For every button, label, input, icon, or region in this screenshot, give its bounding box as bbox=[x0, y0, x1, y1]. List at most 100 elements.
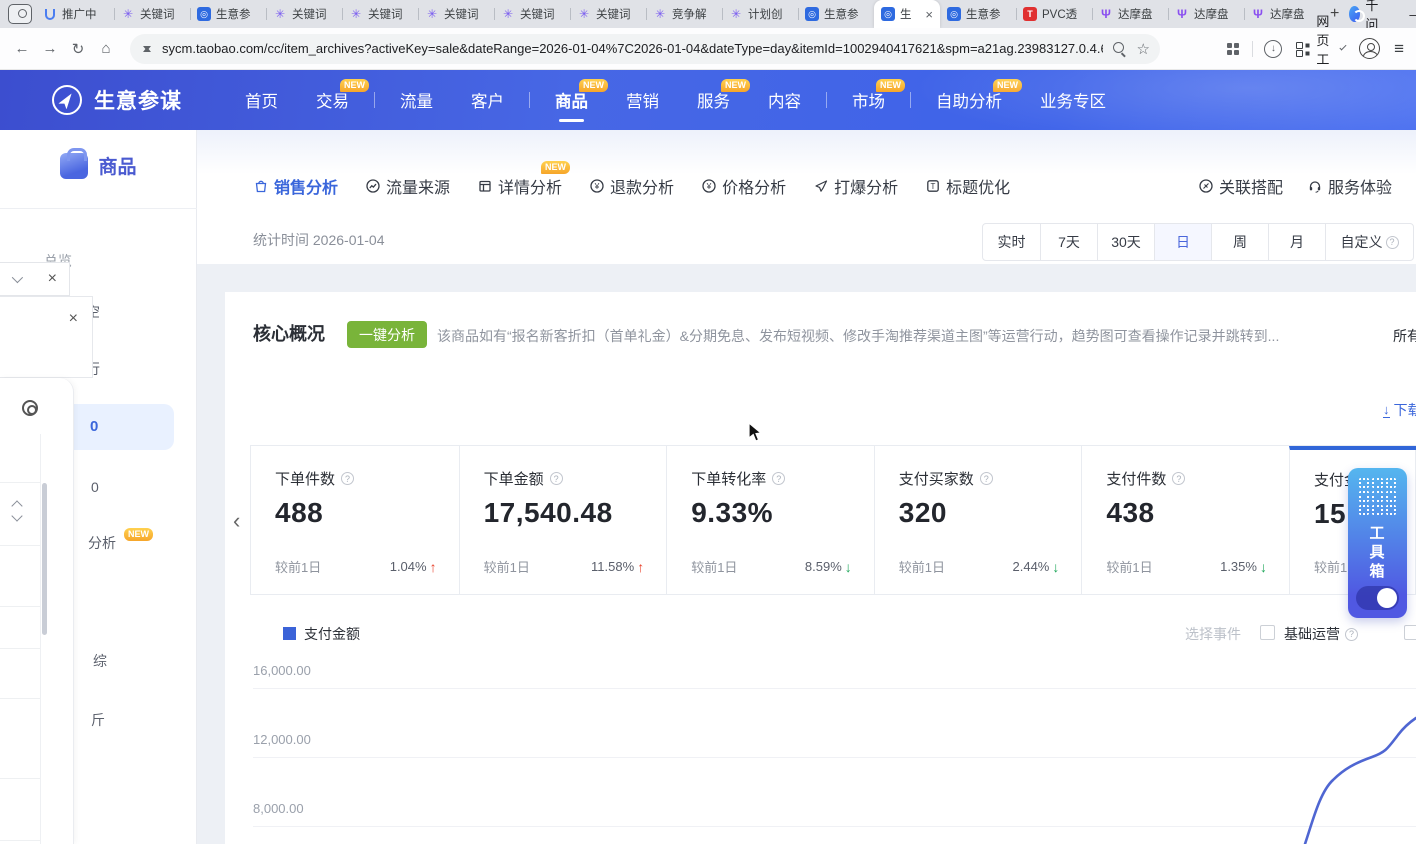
range-month[interactable]: 月 bbox=[1268, 224, 1325, 260]
sidebar-item[interactable]: 斤 bbox=[91, 710, 105, 730]
help-icon[interactable]: ? bbox=[772, 472, 785, 485]
range-week[interactable]: 周 bbox=[1211, 224, 1268, 260]
browser-tab[interactable]: ✳计划创 bbox=[722, 0, 798, 28]
toolbox-toggle[interactable] bbox=[1356, 586, 1399, 610]
nav-item-traffic[interactable]: 流量 bbox=[400, 88, 433, 112]
red-t-favicon-icon: T bbox=[1023, 7, 1037, 21]
apps-grid-icon[interactable] bbox=[1296, 42, 1309, 55]
browser-tab[interactable]: ✳关键词 bbox=[266, 0, 342, 28]
profile-avatar[interactable] bbox=[1359, 38, 1380, 59]
help-icon[interactable]: ? bbox=[550, 472, 563, 485]
chevron-down-icon[interactable] bbox=[12, 272, 23, 283]
back-button[interactable]: ← bbox=[8, 40, 36, 57]
browser-tab[interactable]: Ψ达摩盘 bbox=[1168, 0, 1244, 28]
tab-traffic-source[interactable]: 流量来源 bbox=[365, 174, 450, 198]
metric-card-pay-buyers[interactable]: 支付买家数? 320 较前1日2.44%↓ bbox=[874, 446, 1082, 594]
download-circle-icon[interactable]: ↓ bbox=[1264, 40, 1282, 58]
sycm-brand[interactable]: 生意参谋 bbox=[94, 85, 182, 115]
tab-price-analysis[interactable]: ¥ 价格分析 bbox=[701, 174, 786, 198]
close-icon[interactable]: × bbox=[48, 271, 57, 287]
tab-close-icon[interactable]: × bbox=[925, 8, 933, 21]
browser-tab[interactable]: ✳关键词 bbox=[570, 0, 646, 28]
tab-refund-analysis[interactable]: ¥ 退款分析 bbox=[589, 174, 674, 198]
range-7d[interactable]: 7天 bbox=[1040, 224, 1097, 260]
browser-tab[interactable]: ✳关键词 bbox=[342, 0, 418, 28]
browser-tab[interactable]: ✳关键词 bbox=[418, 0, 494, 28]
browser-tab[interactable]: ◎生意参 bbox=[798, 0, 874, 28]
home-button[interactable]: ⌂ bbox=[92, 40, 120, 57]
change-value: 1.04% bbox=[390, 559, 427, 574]
browser-tab[interactable]: ✳关键词 bbox=[494, 0, 570, 28]
gear-icon[interactable] bbox=[22, 400, 38, 416]
tab-search-button[interactable] bbox=[8, 4, 32, 24]
new-badge: NEW bbox=[579, 79, 608, 92]
browser-tab[interactable]: ✳关键词 bbox=[114, 0, 190, 28]
tab-detail-analysis[interactable]: 详情分析 NEW bbox=[477, 174, 562, 198]
browser-tab[interactable]: ◎生意参 bbox=[190, 0, 266, 28]
tab-explosion-analysis[interactable]: 打爆分析 bbox=[813, 174, 898, 198]
browser-tab[interactable]: Ψ达摩盘 bbox=[1092, 0, 1168, 28]
tab-title-optimize[interactable]: T 标题优化 bbox=[925, 174, 1010, 198]
url-text[interactable]: sycm.taobao.com/cc/item_archives?activeK… bbox=[162, 41, 1103, 56]
browser-tab-active[interactable]: ◎生× bbox=[874, 0, 940, 28]
chevron-down-icon[interactable] bbox=[1339, 43, 1346, 50]
help-icon[interactable]: ? bbox=[980, 472, 993, 485]
overview-right-fragment[interactable]: 所有 bbox=[1393, 326, 1416, 346]
close-icon[interactable]: × bbox=[69, 311, 78, 327]
nav-item-customer[interactable]: 客户 bbox=[471, 88, 504, 112]
nav-item-marketing[interactable]: 营销 bbox=[626, 88, 659, 112]
address-bar[interactable]: sycm.taobao.com/cc/item_archives?activeK… bbox=[130, 34, 1160, 64]
range-custom[interactable]: 自定义? bbox=[1325, 224, 1413, 260]
panel-scrollbar[interactable] bbox=[42, 483, 47, 635]
metric-card-order-amount[interactable]: 下单金额? 17,540.48 较前1日11.58%↑ bbox=[459, 446, 667, 594]
browser-tab[interactable]: Ψ达摩盘 bbox=[1244, 0, 1320, 28]
compass-favicon-icon: ◎ bbox=[881, 7, 895, 21]
browser-tab[interactable]: TPVC透 bbox=[1016, 0, 1092, 28]
tab-sales-analysis[interactable]: 销售分析 bbox=[253, 174, 338, 198]
zoom-icon[interactable] bbox=[1113, 42, 1127, 56]
payment-amount-line-chart[interactable] bbox=[1260, 630, 1416, 844]
help-icon[interactable]: ? bbox=[341, 472, 354, 485]
help-icon[interactable]: ? bbox=[1172, 472, 1185, 485]
range-30d[interactable]: 30天 bbox=[1097, 224, 1154, 260]
bookmark-star-icon[interactable]: ☆ bbox=[1137, 40, 1150, 58]
metric-card-conversion[interactable]: 下单转化率? 9.33% 较前1日8.59%↓ bbox=[666, 446, 874, 594]
download-link[interactable]: ↓下载 bbox=[1383, 400, 1416, 420]
one-click-analyze-button[interactable]: 一键分析 bbox=[347, 321, 427, 348]
carousel-left-icon[interactable]: ‹ bbox=[233, 508, 240, 534]
help-icon[interactable]: ? bbox=[1386, 236, 1399, 249]
toolbox-float-widget[interactable]: 工具箱 bbox=[1348, 468, 1407, 618]
nav-item-self-analysis[interactable]: 自助分析NEW bbox=[936, 88, 1002, 112]
browser-tab[interactable]: ✳竞争解 bbox=[646, 0, 722, 28]
sidebar-item[interactable]: 分析 bbox=[88, 533, 116, 553]
nav-item-service[interactable]: 服务NEW bbox=[697, 88, 730, 112]
tab-service-experience[interactable]: 服务体验 bbox=[1307, 174, 1392, 198]
nav-item-trade[interactable]: 交易NEW bbox=[316, 88, 349, 112]
metric-card-order-items[interactable]: 下单件数? 488 较前1日1.04%↑ bbox=[251, 446, 459, 594]
tab-related-match[interactable]: 关联搭配 bbox=[1198, 174, 1283, 198]
metric-card-pay-items[interactable]: 支付件数? 438 较前1日1.35%↓ bbox=[1081, 446, 1289, 594]
refund-yen-icon: ¥ bbox=[589, 178, 605, 194]
nav-item-product[interactable]: 商品NEW bbox=[555, 88, 588, 112]
sidebar-item-active[interactable]: 0 bbox=[90, 418, 98, 435]
range-realtime[interactable]: 实时 bbox=[983, 224, 1040, 260]
sidebar-item[interactable]: 0 bbox=[91, 479, 99, 495]
range-day-active[interactable]: 日 bbox=[1154, 224, 1211, 260]
nav-item-business-zone[interactable]: 业务专区 bbox=[1040, 88, 1106, 112]
reload-button[interactable]: ↻ bbox=[64, 40, 92, 58]
sidebar-item[interactable]: 综 bbox=[93, 651, 107, 671]
legend-series-name[interactable]: 支付金额 bbox=[304, 624, 360, 644]
browser-tab[interactable]: 推广中 bbox=[38, 0, 114, 28]
extensions-icon[interactable] bbox=[1226, 42, 1240, 56]
forward-button[interactable]: → bbox=[36, 40, 64, 57]
legend-swatch bbox=[283, 627, 296, 640]
collapse-handle-icon[interactable] bbox=[10, 500, 26, 522]
minimize-button[interactable]: – bbox=[1409, 7, 1416, 22]
sidebar-item-active-pill[interactable] bbox=[62, 404, 174, 450]
nav-item-content[interactable]: 内容 bbox=[768, 88, 801, 112]
nav-item-market[interactable]: 市场NEW bbox=[852, 88, 885, 112]
browser-tab[interactable]: ◎生意参 bbox=[940, 0, 1016, 28]
browser-menu-icon[interactable]: ≡ bbox=[1394, 39, 1404, 59]
nav-item-home[interactable]: 首页 bbox=[245, 88, 278, 112]
site-info-icon[interactable] bbox=[140, 42, 154, 56]
